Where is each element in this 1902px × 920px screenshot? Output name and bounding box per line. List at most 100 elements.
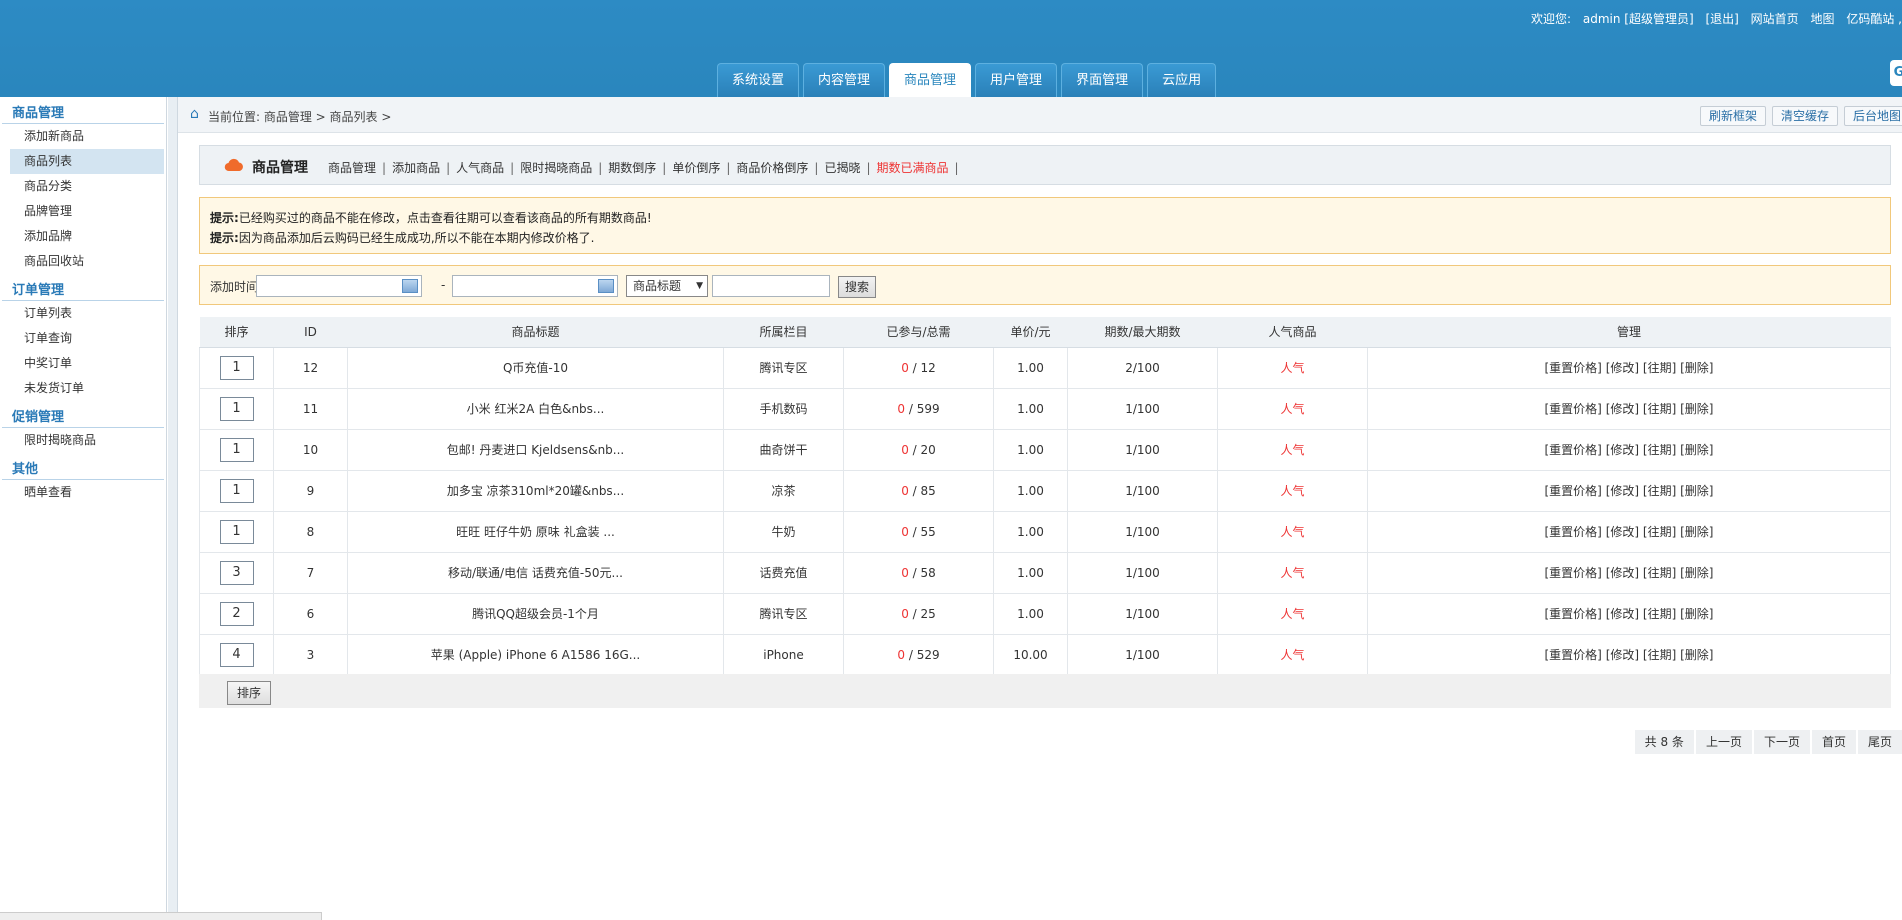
panel-link[interactable]: 人气商品: [456, 161, 504, 175]
row-action-link[interactable]: [修改]: [1606, 525, 1639, 539]
row-action-link[interactable]: [修改]: [1606, 648, 1639, 662]
tab-1[interactable]: 内容管理: [803, 63, 886, 97]
row-action-link[interactable]: [往期]: [1643, 484, 1676, 498]
product-title[interactable]: 腾讯QQ超级会员-1个月: [472, 607, 599, 621]
row-action-link[interactable]: [删除]: [1680, 566, 1713, 580]
hot-badge[interactable]: 人气: [1280, 484, 1304, 498]
pager-link[interactable]: 首页: [1811, 730, 1856, 754]
brand-link[interactable]: 亿码酷站 ,: [1846, 12, 1902, 26]
keyword-input[interactable]: [712, 275, 830, 297]
row-action-link[interactable]: [往期]: [1643, 443, 1676, 457]
panel-link[interactable]: 添加商品: [392, 161, 440, 175]
tab-0[interactable]: 系统设置: [717, 63, 800, 97]
sidebar-splitter[interactable]: [168, 97, 178, 920]
row-action-link[interactable]: [重置价格]: [1545, 443, 1602, 457]
row-action-link[interactable]: [删除]: [1680, 402, 1713, 416]
tab-4[interactable]: 界面管理: [1061, 63, 1144, 97]
product-title[interactable]: 小米 红米2A 白色&nbs...: [467, 402, 605, 416]
product-title[interactable]: Q币充值-10: [503, 361, 568, 375]
row-action-link[interactable]: [重置价格]: [1545, 525, 1602, 539]
order-input[interactable]: 3: [219, 560, 254, 585]
sidebar-item[interactable]: 晒单查看: [10, 480, 164, 505]
sidebar-item[interactable]: 添加新商品: [10, 124, 164, 149]
row-action-link[interactable]: [删除]: [1680, 648, 1713, 662]
panel-link[interactable]: 已揭晓: [824, 161, 860, 175]
row-action-link[interactable]: [重置价格]: [1545, 484, 1602, 498]
panel-link[interactable]: 期数已满商品: [877, 161, 949, 175]
row-action-link[interactable]: [重置价格]: [1545, 607, 1602, 621]
order-input[interactable]: 1: [219, 396, 254, 421]
sidebar-item[interactable]: 商品列表: [10, 149, 164, 174]
side-toggle-icon[interactable]: G: [1890, 60, 1902, 86]
hot-badge[interactable]: 人气: [1280, 566, 1304, 580]
row-action-link[interactable]: [重置价格]: [1545, 402, 1602, 416]
sidebar-item[interactable]: 商品分类: [10, 174, 164, 199]
pager-link[interactable]: 上一页: [1695, 730, 1752, 754]
sidebar-item[interactable]: 品牌管理: [10, 199, 164, 224]
sidebar-item[interactable]: 订单查询: [10, 326, 164, 351]
tab-2[interactable]: 商品管理: [889, 63, 972, 97]
calendar-icon[interactable]: [402, 279, 418, 293]
sidebar-item[interactable]: 中奖订单: [10, 351, 164, 376]
search-button[interactable]: 搜索: [838, 276, 877, 298]
row-action-link[interactable]: [往期]: [1643, 402, 1676, 416]
sidebar-item[interactable]: 添加品牌: [10, 224, 164, 249]
hot-badge[interactable]: 人气: [1280, 443, 1304, 457]
panel-link[interactable]: 商品管理: [328, 161, 376, 175]
row-action-link[interactable]: [重置价格]: [1545, 648, 1602, 662]
start-date-input[interactable]: [256, 275, 422, 297]
panel-link[interactable]: 期数倒序: [608, 161, 656, 175]
order-input[interactable]: 2: [219, 601, 254, 626]
row-action-link[interactable]: [删除]: [1680, 361, 1713, 375]
refresh-frame-button[interactable]: 刷新框架: [1699, 106, 1766, 126]
calendar-icon[interactable]: [598, 279, 614, 293]
row-action-link[interactable]: [往期]: [1643, 648, 1676, 662]
row-action-link[interactable]: [修改]: [1606, 484, 1639, 498]
product-title[interactable]: 苹果 (Apple) iPhone 6 A1586 16G...: [431, 648, 641, 662]
panel-link[interactable]: 单价倒序: [672, 161, 720, 175]
sidebar-item[interactable]: 限时揭晓商品: [10, 428, 164, 453]
hot-badge[interactable]: 人气: [1280, 525, 1304, 539]
tab-3[interactable]: 用户管理: [975, 63, 1058, 97]
product-title[interactable]: 旺旺 旺仔牛奶 原味 礼盒装 ...: [456, 525, 615, 539]
row-action-link[interactable]: [修改]: [1606, 361, 1639, 375]
tab-5[interactable]: 云应用: [1147, 63, 1217, 97]
end-date-input[interactable]: [452, 275, 618, 297]
order-input[interactable]: 4: [219, 642, 254, 667]
search-field-select[interactable]: 商品标题 ▼: [626, 275, 708, 297]
row-action-link[interactable]: [往期]: [1643, 607, 1676, 621]
row-action-link[interactable]: [往期]: [1643, 525, 1676, 539]
order-input[interactable]: 1: [219, 437, 254, 462]
sidebar-item[interactable]: 未发货订单: [10, 376, 164, 401]
hot-badge[interactable]: 人气: [1280, 402, 1304, 416]
sidebar-item[interactable]: 商品回收站: [10, 249, 164, 274]
panel-link[interactable]: 限时揭晓商品: [520, 161, 592, 175]
admin-map-button[interactable]: 后台地图: [1843, 106, 1902, 126]
row-action-link[interactable]: [删除]: [1680, 443, 1713, 457]
sidebar-item[interactable]: 订单列表: [10, 301, 164, 326]
pager-link[interactable]: 尾页: [1857, 730, 1902, 754]
hot-badge[interactable]: 人气: [1280, 607, 1304, 621]
logout-link[interactable]: [退出]: [1705, 12, 1738, 26]
product-title[interactable]: 移动/联通/电信 话费充值-50元...: [448, 566, 623, 580]
product-title[interactable]: 包邮! 丹麦进口 Kjeldsens&nb...: [447, 443, 625, 457]
order-input[interactable]: 1: [219, 355, 254, 380]
panel-link[interactable]: 商品价格倒序: [736, 161, 808, 175]
product-title[interactable]: 加多宝 凉茶310ml*20罐&nbs...: [447, 484, 624, 498]
order-input[interactable]: 1: [219, 478, 254, 503]
hot-badge[interactable]: 人气: [1280, 648, 1304, 662]
row-action-link[interactable]: [修改]: [1606, 402, 1639, 416]
row-action-link[interactable]: [往期]: [1643, 361, 1676, 375]
row-action-link[interactable]: [删除]: [1680, 607, 1713, 621]
pager-link[interactable]: 下一页: [1753, 730, 1810, 754]
clear-cache-button[interactable]: 清空缓存: [1771, 106, 1838, 126]
row-action-link[interactable]: [删除]: [1680, 484, 1713, 498]
row-action-link[interactable]: [修改]: [1606, 566, 1639, 580]
order-input[interactable]: 1: [219, 519, 254, 544]
sort-button[interactable]: 排序: [227, 681, 272, 705]
row-action-link[interactable]: [修改]: [1606, 443, 1639, 457]
row-action-link[interactable]: [重置价格]: [1545, 361, 1602, 375]
site-home-link[interactable]: 网站首页: [1751, 12, 1799, 26]
row-action-link[interactable]: [往期]: [1643, 566, 1676, 580]
row-action-link[interactable]: [删除]: [1680, 525, 1713, 539]
